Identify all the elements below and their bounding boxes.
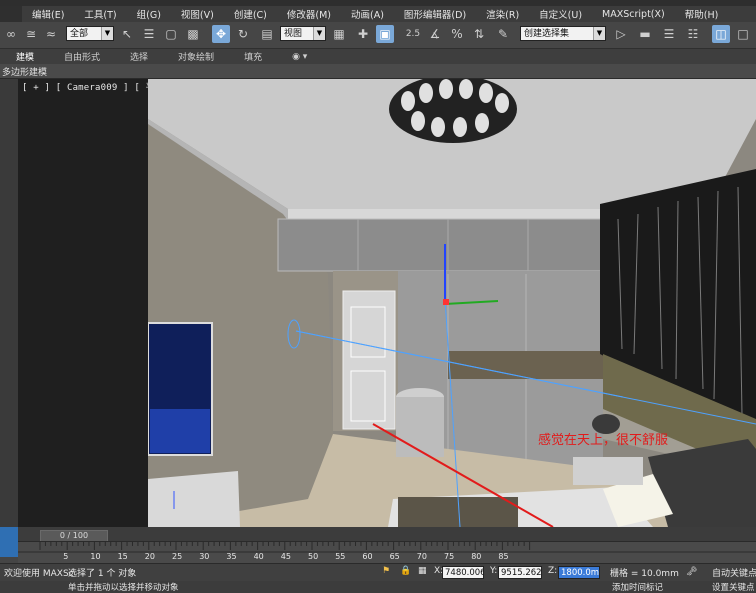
menu-modifiers[interactable]: 修改器(M) <box>277 7 341 21</box>
timeline-tick-label: 20 <box>144 552 155 561</box>
timeline-tick-label: 15 <box>117 552 128 561</box>
selection-filter-dropdown[interactable]: 全部 ▼ <box>66 26 114 41</box>
select-and-scale-icon[interactable]: ▤ <box>258 25 276 43</box>
timeline-tick-label: 25 <box>172 552 183 561</box>
reference-coord-dropdown[interactable]: 视图 ▼ <box>280 26 326 41</box>
bind-space-warp-icon[interactable]: ≈ <box>42 25 60 43</box>
menu-create[interactable]: 创建(C) <box>224 7 277 21</box>
key-icon[interactable]: 🗝 <box>686 567 697 577</box>
menu-rendering[interactable]: 渲染(R) <box>476 7 529 21</box>
viewport-scene[interactable]: 感觉在天上，很不舒服 <box>148 79 756 527</box>
select-and-move-icon[interactable]: ✥ <box>212 25 230 43</box>
timeline[interactable]: 5 10 15 20 25 30 35 40 45 50 55 60 65 70 75 80 85 <box>18 541 756 564</box>
add-time-tag-button[interactable]: 添加时间标记 <box>612 581 663 593</box>
polygon-modeling-label[interactable]: 多边形建模 <box>2 65 47 78</box>
timeline-tick-label: 5 <box>63 552 69 561</box>
snap-value: 2.5 <box>405 29 421 39</box>
timeline-tick-label: 65 <box>389 552 400 561</box>
maxscript-listener-hint[interactable]: 欢迎使用 MAXSc <box>4 566 74 579</box>
absolute-mode-icon[interactable]: ▦ <box>418 566 427 576</box>
timeline-tick-label: 75 <box>444 552 455 561</box>
rect-selection-icon[interactable]: ▢ <box>162 25 180 43</box>
window-crossing-icon[interactable]: ▩ <box>184 25 202 43</box>
menu-group[interactable]: 组(G) <box>127 7 171 21</box>
active-viewport-indicator <box>0 527 18 557</box>
timeline-tick-label: 45 <box>280 552 291 561</box>
set-key-button[interactable]: 设置关键点 <box>712 581 755 593</box>
main-toolbar: ∞ ≅ ≈ 全部 ▼ ↖ ☰ ▢ ▩ ✥ ↻ ▤ 视图 ▼ ▦ ✚ ▣ 2.5 ∡ … <box>0 22 756 49</box>
timeline-tick-label: 55 <box>335 552 346 561</box>
app-logo-icon[interactable] <box>0 6 22 22</box>
z-coordinate-field[interactable]: 1800.0mm <box>558 566 600 579</box>
timeline-tick-label: 40 <box>253 552 264 561</box>
named-selection-dropdown[interactable]: 创建选择集 ▼ <box>520 26 606 41</box>
mirror-icon[interactable]: ▷ <box>612 25 630 43</box>
timeline-tick-label: 70 <box>416 552 427 561</box>
tab-freeform[interactable]: 自由形式 <box>48 50 114 63</box>
curve-editor-icon[interactable]: □ <box>734 25 752 43</box>
chevron-down-icon: ▼ <box>101 27 113 40</box>
select-object-icon[interactable]: ↖ <box>118 25 136 43</box>
timeline-tick-label: 30 <box>199 552 210 561</box>
menu-bar: 编辑(E) 工具(T) 组(G) 视图(V) 创建(C) 修改器(M) 动画(A… <box>0 6 756 23</box>
menu-edit[interactable]: 编辑(E) <box>22 7 74 21</box>
viewport-annotation: 感觉在天上，很不舒服 <box>538 433 669 448</box>
ribbon-toggle-icon[interactable]: ◫ <box>712 25 730 43</box>
tab-selection[interactable]: 选择 <box>114 50 162 63</box>
menu-view[interactable]: 视图(V) <box>171 7 224 21</box>
isolate-selection-icon[interactable]: ⚑ <box>382 566 390 576</box>
scene-explorer-icon[interactable]: ☷ <box>684 25 702 43</box>
edit-named-sets-icon[interactable]: ✎ <box>494 25 512 43</box>
status-bar: 欢迎使用 MAXSc 选择了 1 个 对象 ⚑ 🔒 ▦ X: Y: Z: 栅格 … <box>0 563 756 582</box>
selection-status: 选择了 1 个 对象 <box>68 569 137 579</box>
grid-size: 栅格 = 10.0mm <box>610 569 679 579</box>
timeline-tick-label: 10 <box>90 552 101 561</box>
align-icon[interactable]: ▬ <box>636 25 654 43</box>
selection-lock-icon[interactable]: 🔒 <box>400 566 411 576</box>
timeline-tick-label: 35 <box>226 552 237 561</box>
angle-snap-icon[interactable]: ∡ <box>426 25 444 43</box>
y-coordinate-field[interactable]: 9515.262n <box>498 566 542 579</box>
time-slider-bar[interactable] <box>18 527 756 541</box>
timeline-tick-label: 80 <box>471 552 482 561</box>
prompt-text: 单击并拖动以选择并移动对象 <box>68 583 179 593</box>
prompt-bar: 单击并拖动以选择并移动对象 添加时间标记 设置关键点 <box>0 581 756 593</box>
select-manipulate-icon[interactable]: ✚ <box>354 25 372 43</box>
z-label: Z: <box>548 566 558 576</box>
tab-populate[interactable]: 填充 <box>228 50 276 63</box>
left-panel <box>0 79 18 527</box>
ribbon-panel: 多边形建模 <box>0 64 756 79</box>
menu-animation[interactable]: 动画(A) <box>341 7 394 21</box>
ribbon-options-icon[interactable]: ◉ ▾ <box>276 52 321 62</box>
timeline-tick-label: 50 <box>308 552 319 561</box>
menu-tools[interactable]: 工具(T) <box>74 7 126 21</box>
percent-snap-icon[interactable]: % <box>448 25 466 43</box>
unlink-icon[interactable]: ≅ <box>22 25 40 43</box>
menu-maxscript[interactable]: MAXScript(X) <box>592 9 675 20</box>
x-coordinate-field[interactable]: 7480.006n <box>442 566 484 579</box>
timeline-tick-label: 60 <box>362 552 373 561</box>
y-label: Y: <box>490 566 498 576</box>
auto-key-button[interactable]: 自动关键点 <box>712 566 756 579</box>
chevron-down-icon: ▼ <box>313 27 325 40</box>
spinner-snap-icon[interactable]: ⇅ <box>470 25 488 43</box>
ribbon-tabs: 建模 自由形式 选择 对象绘制 填充 ◉ ▾ <box>0 49 756 64</box>
select-by-name-icon[interactable]: ☰ <box>140 25 158 43</box>
tab-object-paint[interactable]: 对象绘制 <box>162 50 228 63</box>
menu-help[interactable]: 帮助(H) <box>675 7 729 21</box>
snaps-toggle-icon[interactable]: 2.5 <box>404 25 422 43</box>
select-and-rotate-icon[interactable]: ↻ <box>234 25 252 43</box>
link-icon[interactable]: ∞ <box>2 25 20 43</box>
timeline-tick-label: 85 <box>498 552 509 561</box>
menu-graph-editors[interactable]: 图形编辑器(D) <box>394 7 476 21</box>
menu-customize[interactable]: 自定义(U) <box>529 7 592 21</box>
timeline-ticks <box>18 542 756 553</box>
pivot-center-icon[interactable]: ▦ <box>330 25 348 43</box>
keyboard-shortcut-override-icon[interactable]: ▣ <box>376 25 394 43</box>
layer-explorer-icon[interactable]: ☰ <box>660 25 678 43</box>
chevron-down-icon: ▼ <box>593 27 605 40</box>
tab-modeling[interactable]: 建模 <box>0 50 48 63</box>
